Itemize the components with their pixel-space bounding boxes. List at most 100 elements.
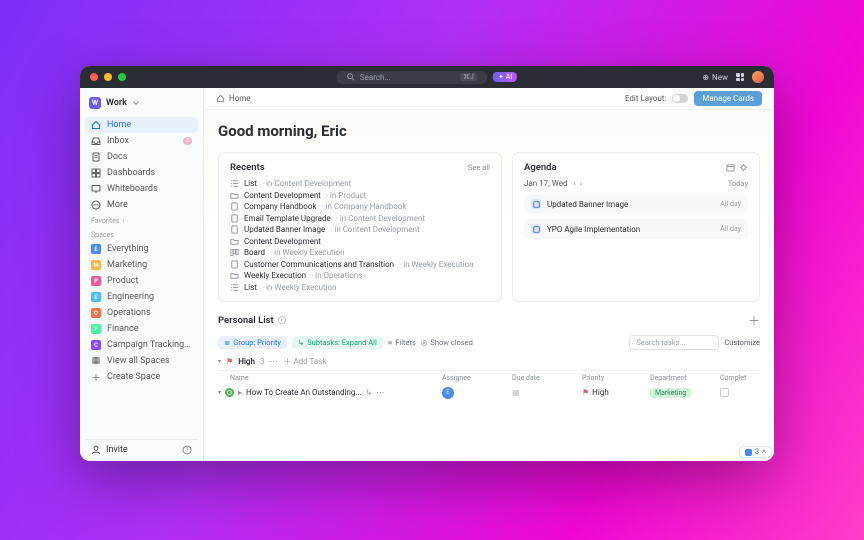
space-icon: E xyxy=(91,244,101,254)
edit-layout-toggle[interactable] xyxy=(672,94,688,103)
filter-icon: ≡ xyxy=(388,338,392,347)
status-icon[interactable] xyxy=(225,388,234,397)
inbox-icon xyxy=(91,136,101,146)
favorites-section[interactable]: Favorites › xyxy=(85,213,198,227)
recent-item[interactable]: Listin Content Development xyxy=(230,179,490,188)
sidebar: W Work Home Inbox 3 Docs Dashboards xyxy=(80,88,204,461)
close-window-icon[interactable] xyxy=(90,73,98,81)
agenda-item[interactable]: YPO Agile Implementation All day xyxy=(524,219,748,239)
invite-button[interactable]: Invite xyxy=(91,445,128,455)
user-avatar[interactable] xyxy=(752,71,764,83)
chevron-right-icon[interactable]: › xyxy=(580,179,582,188)
gear-icon[interactable] xyxy=(739,163,748,172)
folder-icon xyxy=(230,191,239,200)
recent-item[interactable]: Boardin Weekly Execution xyxy=(230,248,490,257)
recent-item[interactable]: Customer Communications and Transitionin… xyxy=(230,260,490,269)
recent-location: in Weekly Execution xyxy=(270,248,344,257)
search-shortcut: ⌘J xyxy=(460,73,477,81)
dashboard-icon xyxy=(91,168,101,178)
grid-icon: ▦ xyxy=(91,356,101,366)
sidebar-space-finance[interactable]: FFinance xyxy=(85,321,198,337)
recent-item[interactable]: Email Template Upgradein Content Develop… xyxy=(230,214,490,223)
recent-title: Weekly Execution xyxy=(244,271,306,280)
help-icon[interactable]: ? xyxy=(182,445,192,455)
table-row[interactable]: ▾ ▸ How To Create An Outstanding... ↳ ⋯ … xyxy=(218,385,760,401)
customize-button[interactable]: Customize xyxy=(724,338,760,347)
recent-item[interactable]: Content Developmentin Product xyxy=(230,191,490,200)
task-icon xyxy=(531,199,541,209)
group-pill[interactable]: ≣Group: Priority xyxy=(218,336,287,349)
doc-icon xyxy=(91,152,101,162)
workspace-icon: W xyxy=(89,97,101,109)
recent-item[interactable]: Company Handbookin Company Handbook xyxy=(230,202,490,211)
show-closed-button[interactable]: ◎Show closed xyxy=(421,338,473,347)
apps-icon[interactable] xyxy=(736,73,744,81)
recent-location: in Company Handbook xyxy=(321,202,406,211)
recent-location: in Weekly Execution xyxy=(262,283,336,292)
complete-checkbox[interactable] xyxy=(720,388,729,397)
agenda-item-title: YPO Agile Implementation xyxy=(547,225,640,234)
more-icon[interactable]: ⋯ xyxy=(269,357,278,366)
more-icon[interactable]: ⋯ xyxy=(376,388,384,397)
sidebar-item-label: More xyxy=(107,200,128,210)
assignee-avatar[interactable]: E xyxy=(442,387,454,399)
sidebar-space-engineering[interactable]: EEngineering xyxy=(85,289,198,305)
breadcrumb[interactable]: Home xyxy=(216,94,251,103)
global-search-input[interactable]: Search... ⌘J xyxy=(337,71,487,84)
calendar-icon[interactable]: ▦ xyxy=(512,388,520,397)
add-task-button[interactable]: ＋ Add Task xyxy=(283,356,326,367)
calendar-icon[interactable] xyxy=(726,163,735,172)
search-placeholder: Search... xyxy=(360,73,391,82)
search-tasks-input[interactable]: Search tasks... xyxy=(629,335,719,350)
sidebar-space-product[interactable]: PProduct xyxy=(85,273,198,289)
sidebar-space-everything[interactable]: EEverything xyxy=(85,241,198,257)
filters-button[interactable]: ≡Filters xyxy=(388,338,416,347)
recent-item[interactable]: Updated Banner Imagein Content Developme… xyxy=(230,225,490,234)
chevron-left-icon[interactable]: ‹ xyxy=(573,179,575,188)
recent-item[interactable]: Weekly Executionin Operations xyxy=(230,271,490,280)
chevron-down-icon[interactable]: ▾ xyxy=(218,358,221,365)
recent-item[interactable]: Content Development xyxy=(230,237,490,246)
recent-item[interactable]: Listin Weekly Execution xyxy=(230,283,490,292)
sidebar-item-docs[interactable]: Docs xyxy=(85,149,198,165)
sidebar-item-more[interactable]: More xyxy=(85,197,198,213)
agenda-item[interactable]: Updated Banner ImageAll day xyxy=(524,194,748,214)
sidebar-item-home[interactable]: Home xyxy=(85,117,198,133)
recent-location: in Content Development xyxy=(262,179,351,188)
workspace-switcher[interactable]: W Work xyxy=(85,94,198,112)
doc-icon xyxy=(230,214,239,223)
add-card-button[interactable]: ＋ xyxy=(748,312,760,329)
chevron-down-icon[interactable]: ▾ xyxy=(218,389,221,396)
sidebar-space-marketing[interactable]: MMarketing xyxy=(85,257,198,273)
minimize-window-icon[interactable] xyxy=(104,73,112,81)
main-area: Home Edit Layout: Manage Cards Good morn… xyxy=(204,88,774,461)
manage-cards-button[interactable]: Manage Cards xyxy=(694,91,762,106)
sidebar-space-operations[interactable]: OOperations xyxy=(85,305,198,321)
sidebar-item-dashboards[interactable]: Dashboards xyxy=(85,165,198,181)
maximize-window-icon[interactable] xyxy=(118,73,126,81)
sidebar-view-all-spaces[interactable]: ▦View all Spaces xyxy=(85,353,198,369)
sidebar-item-whiteboards[interactable]: Whiteboards xyxy=(85,181,198,197)
subtasks-pill[interactable]: ↳Subtasks: Expand All xyxy=(292,336,383,349)
recent-title: Updated Banner Image xyxy=(244,225,325,234)
sidebar-space-campaign[interactable]: CCampaign Tracking Template xyxy=(85,337,198,353)
sidebar-item-label: Whiteboards xyxy=(107,184,158,194)
sidebar-item-inbox[interactable]: Inbox 3 xyxy=(85,133,198,149)
doc-icon xyxy=(230,225,239,234)
see-all-link[interactable]: See all xyxy=(468,163,490,172)
recent-title: Email Template Upgrade xyxy=(244,214,331,223)
today-link[interactable]: Today xyxy=(728,179,748,188)
window-titlebar: Search... ⌘J ✦ AI ⊕ New xyxy=(80,66,774,88)
pager[interactable]: 3 ˄ xyxy=(739,446,772,458)
sidebar-create-space[interactable]: ＋Create Space xyxy=(85,369,198,385)
info-icon[interactable]: i xyxy=(278,316,286,324)
task-title: How To Create An Outstanding... xyxy=(246,388,362,397)
eye-icon: ◎ xyxy=(421,338,428,347)
new-button[interactable]: ⊕ New xyxy=(702,73,728,82)
layers-icon: ≣ xyxy=(224,338,230,347)
doc-icon xyxy=(230,202,239,211)
agenda-item-when: All day xyxy=(720,225,741,233)
ai-button[interactable]: ✦ AI xyxy=(493,72,517,82)
breadcrumb-bar: Home Edit Layout: Manage Cards xyxy=(204,88,774,110)
task-icon xyxy=(531,224,541,234)
